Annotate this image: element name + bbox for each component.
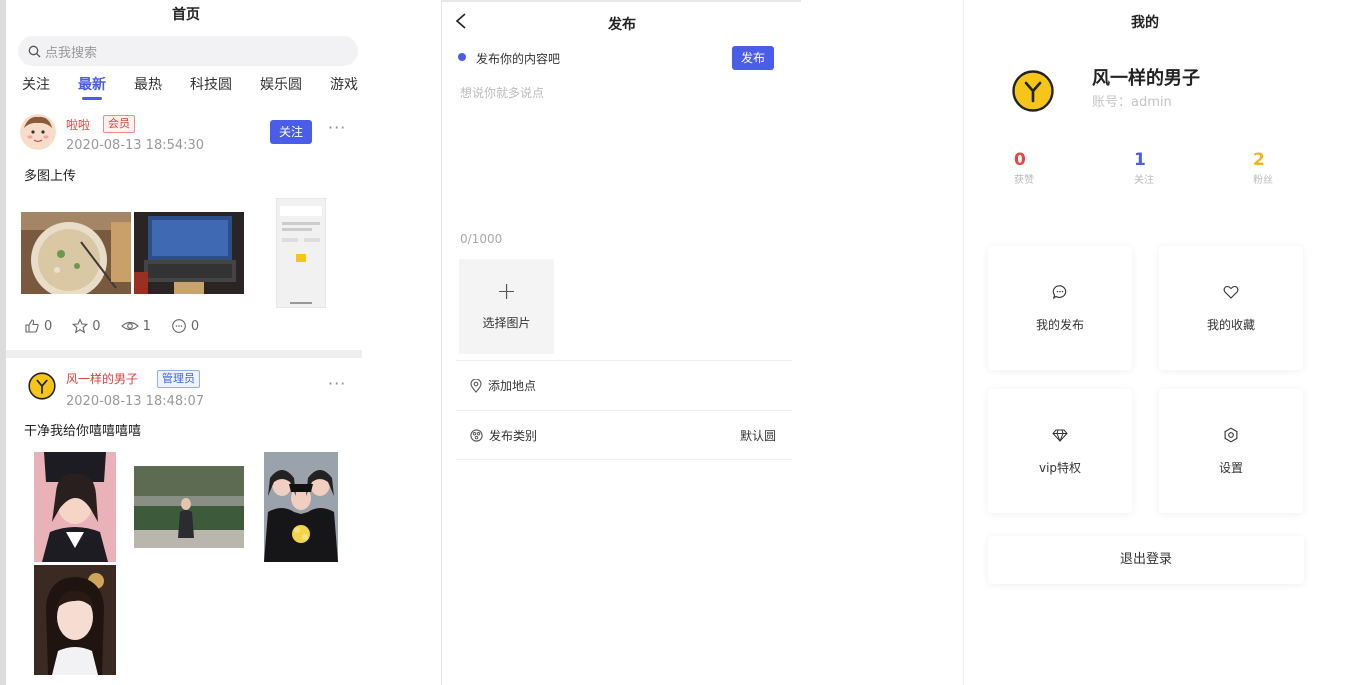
follow-button[interactable]: 关注 — [270, 120, 312, 144]
post-author[interactable]: 风一样的男子 — [66, 370, 138, 387]
settings-icon — [1159, 427, 1303, 443]
post-image-portrait[interactable] — [34, 452, 116, 562]
content-textarea[interactable]: 想说你就多说点 — [460, 84, 544, 101]
post-image-group[interactable] — [264, 452, 338, 562]
profile-screen: 我的 风一样的男子 账号：admin 0 获赞 1 关注 2 粉丝 我的发布 我… — [963, 0, 1347, 685]
post-text: 多图上传 — [24, 169, 77, 184]
likes-received-label: 获赞 — [1014, 175, 1034, 186]
likes-received-count: 0 — [1014, 150, 1026, 170]
comment-icon — [171, 319, 186, 333]
vip-privilege-label: vip特权 — [1038, 461, 1082, 475]
location-pin-icon — [470, 378, 482, 393]
add-location-row[interactable]: 添加地点 — [456, 360, 792, 410]
followers-label: 粉丝 — [1253, 175, 1273, 186]
comment-count: 0 — [190, 318, 200, 334]
thumbs-up-icon — [25, 319, 39, 333]
choose-image-label: 选择图片 — [482, 316, 531, 330]
tab-follow[interactable]: 关注 — [22, 74, 50, 100]
category-tabs: 关注 最新 最热 科技圆 娱乐圆 游戏 — [22, 74, 362, 100]
avatar[interactable] — [20, 114, 56, 150]
following-count: 1 — [1134, 150, 1146, 170]
post-image-screenshot[interactable] — [276, 198, 326, 308]
star-count: 0 — [92, 318, 101, 334]
publish-button[interactable]: 发布 — [732, 46, 774, 70]
post-image-noodles[interactable] — [21, 212, 131, 294]
search-input[interactable]: 点我搜索 — [18, 36, 358, 66]
dot-icon — [458, 53, 466, 61]
following-label: 关注 — [1134, 175, 1154, 186]
star-stat[interactable]: 0 — [72, 318, 101, 334]
my-posts-card[interactable]: 我的发布 — [988, 246, 1132, 370]
home-screen: 首页 点我搜索 关注 最新 最热 科技圆 娱乐圆 游戏 啦啦 会员 2020-08-13 … — [0, 0, 440, 685]
user-name: 风一样的男子 — [1092, 68, 1200, 89]
post-card: 风一样的男子 管理员 2020-08-13 18:48:07 ··· 干净我给你… — [6, 366, 362, 685]
diamond-icon — [988, 427, 1132, 443]
avatar[interactable] — [28, 372, 56, 400]
publish-screen: 发布 发布你的内容吧 发布 想说你就多说点 0/1000 + 选择图片 添加地点… — [441, 0, 801, 685]
following-stat[interactable]: 1 关注 — [1134, 150, 1154, 186]
user-account: 账号：admin — [1092, 95, 1172, 110]
logout-button[interactable]: 退出登录 — [988, 536, 1304, 584]
settings-card[interactable]: 设置 — [1159, 389, 1303, 513]
post-image-garden[interactable] — [134, 466, 244, 548]
publish-category-value: 默认圆 — [739, 428, 776, 443]
chat-bubble-icon — [988, 284, 1132, 300]
page-title: 我的 — [1131, 15, 1159, 31]
eye-icon — [120, 321, 139, 331]
my-favorites-label: 我的收藏 — [1206, 318, 1255, 332]
post-time: 2020-08-13 18:54:30 — [66, 138, 205, 153]
vip-privilege-card[interactable]: vip特权 — [988, 389, 1132, 513]
my-favorites-card[interactable]: 我的收藏 — [1159, 246, 1303, 370]
post-image-laptop[interactable] — [134, 212, 244, 294]
page-title: 发布 — [608, 17, 636, 33]
add-location-label: 添加地点 — [488, 379, 537, 393]
tab-game[interactable]: 游戏 — [330, 74, 358, 100]
char-counter: 0/1000 — [460, 232, 503, 246]
post-author[interactable]: 啦啦 — [66, 116, 90, 133]
heart-icon — [1159, 284, 1303, 300]
publish-category-row[interactable]: 发布类别 默认圆 — [456, 410, 792, 460]
more-icon[interactable]: ··· — [328, 374, 346, 393]
page-title: 首页 — [172, 7, 200, 23]
plus-icon: + — [496, 277, 517, 305]
category-icon — [470, 428, 483, 442]
search-icon — [28, 45, 41, 57]
admin-badge: 管理员 — [157, 370, 200, 388]
star-icon — [72, 318, 89, 334]
my-posts-label: 我的发布 — [1035, 318, 1084, 332]
tab-tech[interactable]: 科技圆 — [190, 74, 232, 100]
comment-stat[interactable]: 0 — [171, 318, 199, 334]
followers-count: 2 — [1253, 150, 1265, 170]
tab-latest[interactable]: 最新 — [78, 74, 106, 100]
member-badge: 会员 — [103, 115, 135, 133]
post-time: 2020-08-13 18:48:07 — [66, 394, 205, 409]
post-stats: 0 0 1 0 — [24, 318, 219, 334]
publish-prompt: 发布你的内容吧 — [476, 52, 561, 66]
likes-received-stat[interactable]: 0 获赞 — [1014, 150, 1034, 186]
avatar[interactable] — [1012, 70, 1054, 112]
post-image-selfie[interactable] — [34, 565, 116, 675]
view-stat: 1 — [120, 318, 151, 334]
search-placeholder: 点我搜索 — [45, 45, 98, 61]
post-card: 啦啦 会员 2020-08-13 18:54:30 关注 ··· 多图上传 0 … — [6, 110, 362, 340]
post-text: 干净我给你嘻嘻嘻嘻 — [24, 424, 142, 439]
tab-entertainment[interactable]: 娱乐圆 — [260, 74, 302, 100]
publish-category-label: 发布类别 — [489, 428, 538, 443]
like-stat[interactable]: 0 — [24, 318, 52, 334]
choose-image-button[interactable]: + 选择图片 — [459, 259, 554, 354]
like-count: 0 — [44, 318, 53, 334]
view-count: 1 — [142, 318, 151, 334]
more-icon[interactable]: ··· — [328, 118, 346, 137]
followers-stat[interactable]: 2 粉丝 — [1253, 150, 1273, 186]
post-divider — [6, 350, 362, 358]
settings-label: 设置 — [1218, 461, 1243, 475]
tab-hot[interactable]: 最热 — [134, 74, 162, 100]
